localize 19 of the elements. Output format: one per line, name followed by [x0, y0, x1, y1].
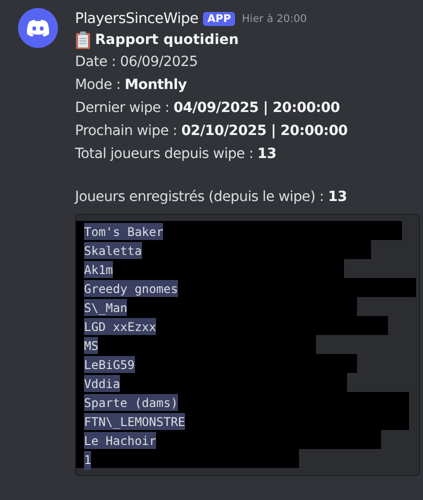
player-name: Tom's Baker: [84, 223, 164, 242]
clipboard-icon: [75, 31, 91, 49]
report-line: Prochain wipe : 02/10/2025 | 20:00:00: [75, 122, 349, 141]
player-name: 1: [84, 451, 92, 470]
player-name: MS: [84, 337, 98, 356]
report-line: Mode : Monthly: [75, 76, 188, 95]
player-name: S\_Man: [84, 299, 128, 318]
player-name: LGD xxEzxx: [84, 318, 156, 337]
report-line: Dernier wipe : 04/09/2025 | 20:00:00: [75, 99, 341, 118]
list-heading: Joueurs enregistrés (depuis le wipe) : 13: [75, 188, 348, 207]
author-name[interactable]: PlayersSinceWipe: [75, 11, 198, 27]
report-title: Rapport quotidien: [95, 32, 239, 48]
player-name: Vddia: [84, 375, 120, 394]
player-name: Le Hachoir: [84, 432, 156, 451]
app-badge: APP: [203, 12, 235, 26]
report-line: Date : 06/09/2025: [75, 53, 199, 72]
report-line: Total joueurs depuis wipe : 13: [75, 145, 278, 164]
avatar-icon[interactable]: [18, 8, 58, 48]
timestamp: Hier à 20:00: [242, 13, 307, 25]
